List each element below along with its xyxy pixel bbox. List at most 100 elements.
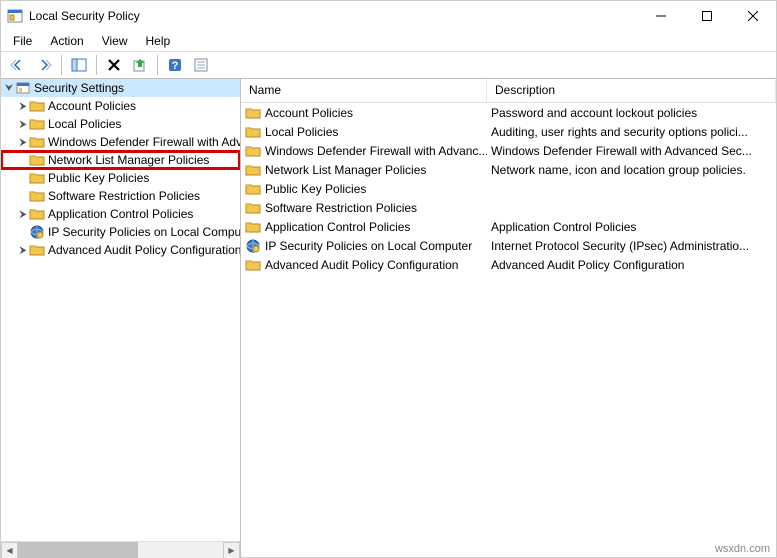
list-cell-name: Windows Defender Firewall with Advanc... xyxy=(241,143,487,159)
list-item-label: Advanced Audit Policy Configuration xyxy=(265,258,458,272)
list-item-label: Account Policies xyxy=(265,106,353,120)
forward-button[interactable] xyxy=(32,53,56,77)
ipsec-icon xyxy=(29,224,45,240)
list-item-label: IP Security Policies on Local Computer xyxy=(265,239,472,253)
list-row[interactable]: IP Security Policies on Local Computer In… xyxy=(241,236,776,255)
list-item-label: Windows Defender Firewall with Advanc... xyxy=(265,144,487,158)
svg-text:?: ? xyxy=(172,60,179,72)
help-button[interactable]: ? xyxy=(163,53,187,77)
expander-icon[interactable]: ⮞ xyxy=(17,101,29,112)
list-row[interactable]: Account Policies Password and account loc… xyxy=(241,103,776,122)
folder-icon xyxy=(245,181,261,197)
list-cell-name: Public Key Policies xyxy=(241,181,487,197)
toolbar-separator xyxy=(157,55,158,75)
toolbar-separator xyxy=(96,55,97,75)
folder-icon xyxy=(245,219,261,235)
tree-root-security-settings[interactable]: ⮟ Security Settings xyxy=(1,79,240,97)
expander-icon[interactable]: ⮞ xyxy=(17,209,29,220)
menu-action[interactable]: Action xyxy=(42,32,91,50)
expander-icon[interactable]: ⮟ xyxy=(3,83,15,94)
list-item-label: Software Restriction Policies xyxy=(265,201,417,215)
scrollbar-thumb[interactable] xyxy=(18,542,138,558)
expander-icon[interactable]: ⮞ xyxy=(17,119,29,130)
tree-node[interactable]: Public Key Policies xyxy=(1,169,240,187)
menu-file[interactable]: File xyxy=(5,32,40,50)
expander-icon[interactable]: ⮞ xyxy=(17,137,29,148)
title-bar: Local Security Policy xyxy=(1,1,776,31)
show-hide-tree-button[interactable] xyxy=(67,53,91,77)
list-row[interactable]: Windows Defender Firewall with Advanc...… xyxy=(241,141,776,160)
minimize-button[interactable] xyxy=(638,1,684,31)
list-cell-description: Internet Protocol Security (IPsec) Admin… xyxy=(487,239,776,253)
tree-node[interactable]: ⮞ Local Policies xyxy=(1,115,240,133)
folder-icon xyxy=(29,170,45,186)
tree-node[interactable]: ⮞ Application Control Policies xyxy=(1,205,240,223)
horizontal-scrollbar[interactable]: ◀ ▶ xyxy=(1,541,240,558)
tree-node[interactable]: IP Security Policies on Local Computer xyxy=(1,223,240,241)
menu-view[interactable]: View xyxy=(94,32,136,50)
tree-node[interactable]: ⮞ Windows Defender Firewall with Advanced… xyxy=(1,133,240,151)
tree-node[interactable]: Network List Manager Policies xyxy=(1,151,240,169)
delete-button[interactable] xyxy=(102,53,126,77)
app-icon xyxy=(7,8,23,24)
tree-node[interactable]: Software Restriction Policies xyxy=(1,187,240,205)
list-cell-description: Password and account lockout policies xyxy=(487,106,776,120)
list-row[interactable]: Local PoliciesAuditing, user rights and … xyxy=(241,122,776,141)
close-button[interactable] xyxy=(730,1,776,31)
list-cell-name: Application Control Policies xyxy=(241,219,487,235)
expander-icon[interactable]: ⮞ xyxy=(17,245,29,256)
toolbar-separator xyxy=(61,55,62,75)
window-controls xyxy=(638,1,776,31)
list-row[interactable]: Network List Manager PoliciesNetwork nam… xyxy=(241,160,776,179)
list-header: Name Description xyxy=(241,79,776,103)
tree-node-label: Windows Defender Firewall with Advanced … xyxy=(48,135,240,149)
list-cell-description: Advanced Audit Policy Configuration xyxy=(487,258,776,272)
folder-icon xyxy=(29,206,45,222)
tree-node-label: Software Restriction Policies xyxy=(48,189,200,203)
list-row[interactable]: Software Restriction Policies xyxy=(241,198,776,217)
window-title: Local Security Policy xyxy=(29,9,638,23)
scroll-left-button[interactable]: ◀ xyxy=(1,542,18,558)
scroll-right-button[interactable]: ▶ xyxy=(223,542,240,558)
tree-node[interactable]: ⮞Advanced Audit Policy Configuration xyxy=(1,241,240,259)
folder-icon xyxy=(29,134,45,150)
column-header-name[interactable]: Name xyxy=(241,79,487,102)
menu-bar: File Action View Help xyxy=(1,31,776,51)
scrollbar-track[interactable] xyxy=(18,542,223,558)
folder-icon xyxy=(245,124,261,140)
tree-node-label: Application Control Policies xyxy=(48,207,193,221)
watermark: wsxdn.com xyxy=(715,543,770,555)
list-pane: Name Description Account Policies Passwor… xyxy=(241,79,776,558)
menu-help[interactable]: Help xyxy=(138,32,179,50)
list-cell-description: Application Control Policies xyxy=(487,220,776,234)
folder-icon xyxy=(245,105,261,121)
export-button[interactable] xyxy=(128,53,152,77)
folder-icon xyxy=(29,98,45,114)
folder-icon xyxy=(245,200,261,216)
folder-icon xyxy=(245,162,261,178)
tree-root-label: Security Settings xyxy=(34,81,124,95)
list-row[interactable]: Public Key Policies xyxy=(241,179,776,198)
list-cell-name: Advanced Audit Policy Configuration xyxy=(241,257,487,273)
list-row[interactable]: Application Control PoliciesApplication … xyxy=(241,217,776,236)
back-button[interactable] xyxy=(6,53,30,77)
list-row[interactable]: Advanced Audit Policy Configuration Advan… xyxy=(241,255,776,274)
security-icon xyxy=(15,80,31,96)
main-area: ⮟ Security Settings ⮞ Account Policies ⮞ Lo… xyxy=(1,79,776,558)
column-header-description[interactable]: Description xyxy=(487,79,776,102)
tree-content: ⮟ Security Settings ⮞ Account Policies ⮞ Lo… xyxy=(1,79,240,541)
tree-node-label: Account Policies xyxy=(48,99,136,113)
properties-button[interactable] xyxy=(189,53,213,77)
maximize-button[interactable] xyxy=(684,1,730,31)
tree-node[interactable]: ⮞ Account Policies xyxy=(1,97,240,115)
tree-node-label: Local Policies xyxy=(48,117,121,131)
folder-icon xyxy=(245,143,261,159)
folder-icon xyxy=(29,152,45,168)
folder-icon xyxy=(29,242,45,258)
list-cell-description: Auditing, user rights and security optio… xyxy=(487,125,776,139)
folder-icon xyxy=(29,188,45,204)
list-cell-name: Software Restriction Policies xyxy=(241,200,487,216)
folder-icon xyxy=(245,257,261,273)
tree-node-label: Network List Manager Policies xyxy=(48,153,209,167)
list-body: Account Policies Password and account loc… xyxy=(241,103,776,558)
